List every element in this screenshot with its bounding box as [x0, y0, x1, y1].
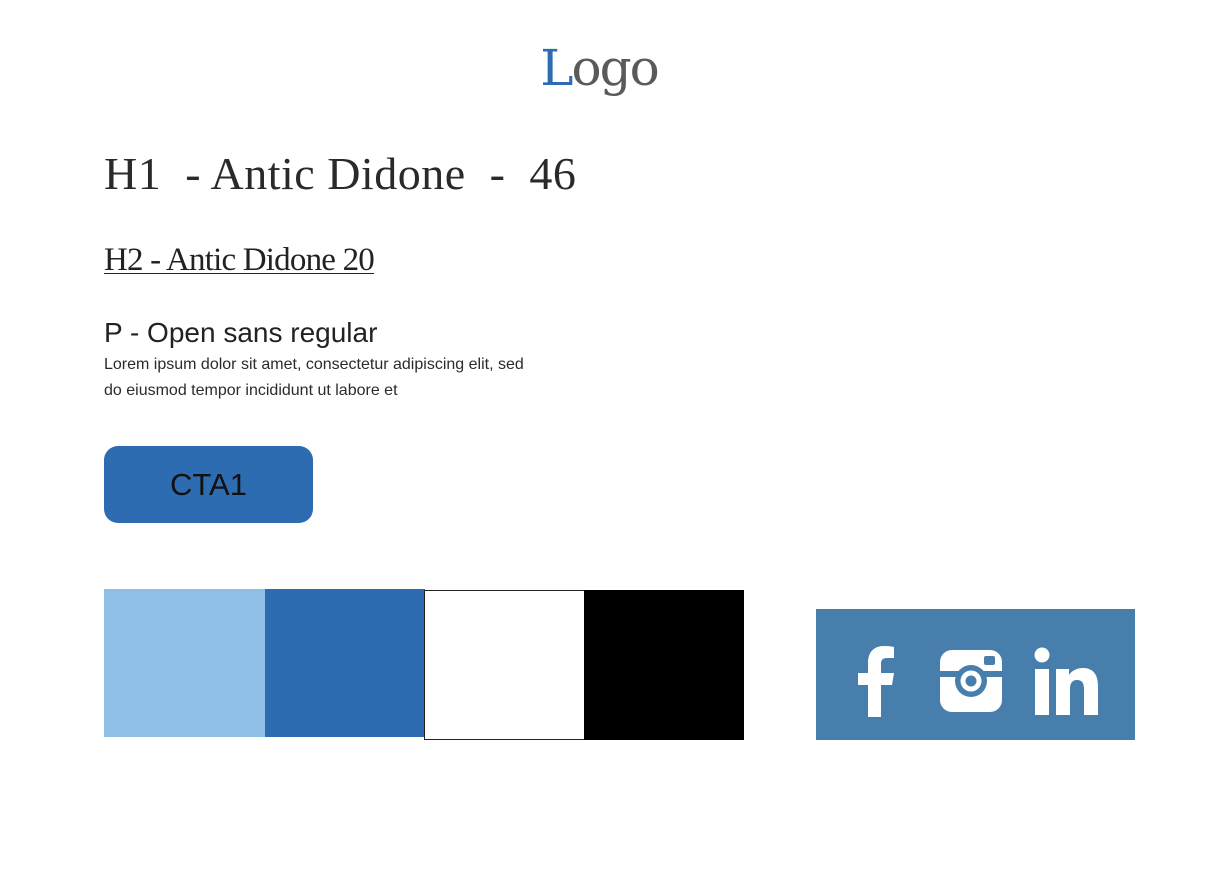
social-links-bar	[816, 609, 1135, 740]
color-swatch-blue	[265, 589, 425, 737]
logo: Logo	[0, 38, 1198, 98]
paragraph-style-title: P - Open sans regular	[104, 317, 378, 348]
logo-rest: ogo	[571, 39, 659, 97]
facebook-icon[interactable]	[856, 645, 896, 717]
logo-letter: L	[540, 39, 573, 97]
linkedin-icon[interactable]	[1034, 645, 1100, 717]
color-swatch-light-blue	[104, 589, 265, 737]
paragraph-line-2: do eiusmod tempor incididunt ut labore e…	[104, 382, 398, 399]
color-swatch-white	[424, 590, 585, 740]
h1-sample-heading: H1 - Antic Didone - 46	[104, 148, 577, 199]
color-swatch-black	[584, 590, 744, 740]
paragraph-line-1: Lorem ipsum dolor sit amet, consectetur …	[104, 356, 524, 373]
cta1-button[interactable]: CTA1	[104, 446, 313, 523]
paragraph-sample-text: Lorem ipsum dolor sit amet, consectetur …	[104, 352, 604, 404]
h2-sample-heading: H2 - Antic Didone 20	[104, 242, 375, 278]
instagram-icon[interactable]	[938, 645, 1004, 717]
